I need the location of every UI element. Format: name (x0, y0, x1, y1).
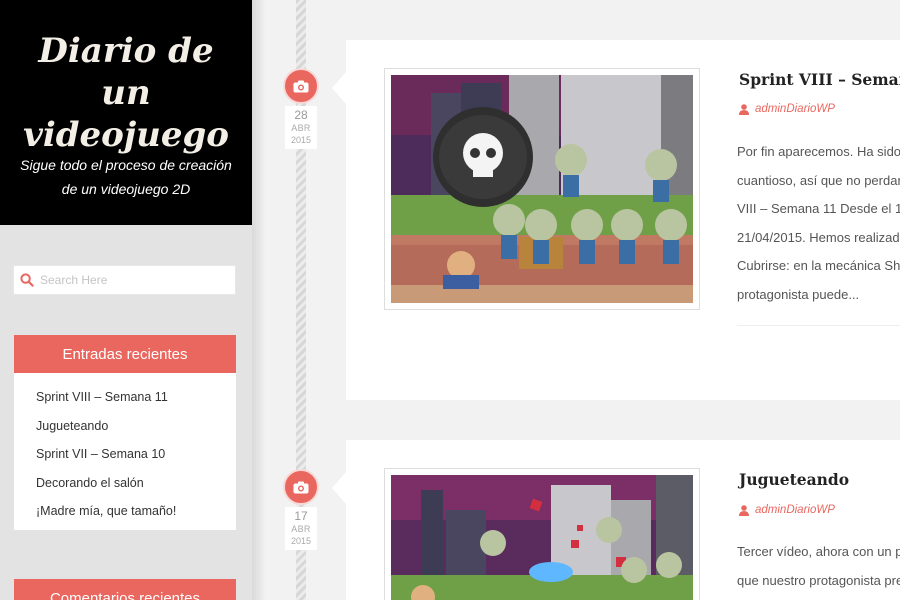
post-title[interactable]: Sprint VIII – Semana (739, 70, 900, 89)
excerpt-line: VIII – Semana 11 Desde el 10 (737, 201, 900, 216)
recent-post-link[interactable]: Jugueteando (36, 412, 236, 441)
post-card: Sprint VIII – Semana adminDiarioWP Por f… (332, 40, 900, 400)
post-divider (737, 325, 900, 326)
post-card: Jugueteando adminDiarioWP Tercer vídeo, … (332, 440, 900, 600)
excerpt-line: que nuestro protagonista pre (737, 572, 900, 588)
recent-post-link-text[interactable]: Decorando el salón (36, 476, 144, 490)
site-title[interactable]: Diario de un videojuego (10, 30, 242, 156)
search-input[interactable] (40, 267, 230, 293)
excerpt-line: cuantioso, así que no perdan (737, 172, 900, 188)
recent-post-link[interactable]: Sprint VIII – Semana 11 (36, 383, 236, 412)
user-icon (739, 504, 749, 516)
recent-posts-heading: Entradas recientes (14, 335, 236, 373)
post-excerpt: Por fin aparecemos. Ha sido cuantioso, a… (737, 138, 900, 309)
post-month: ABR (291, 524, 311, 534)
recent-post-link[interactable]: Sprint VII – Semana 10 (36, 440, 236, 469)
card-pointer (332, 72, 346, 104)
timeline-marker: 17 ABR 2015 (283, 469, 319, 550)
recent-post-link-text[interactable]: ¡Madre mía, que tamaño! (36, 504, 176, 518)
excerpt-line: Por fin aparecemos. Ha sido (737, 144, 900, 159)
user-icon (739, 103, 749, 115)
post-date: 17 ABR 2015 (285, 507, 317, 550)
post-day: 17 (294, 509, 308, 523)
sidebar-shadow (252, 0, 266, 600)
search-icon[interactable] (14, 266, 40, 294)
recent-comments-widget: Comentarios recientes (14, 579, 236, 600)
recent-posts-widget: Entradas recientes Sprint VIII – Semana … (14, 335, 236, 530)
post-year: 2015 (290, 536, 312, 546)
recent-post-link[interactable]: Decorando el salón (36, 469, 236, 498)
post-excerpt: Tercer vídeo, ahora con un p que nuestro… (737, 538, 900, 595)
recent-post-link[interactable]: ¡Madre mía, que tamaño! (36, 497, 236, 526)
recent-post-link-text[interactable]: Sprint VIII – Semana 11 (36, 390, 168, 404)
post-author[interactable]: adminDiarioWP (739, 103, 835, 115)
search-box (13, 265, 236, 295)
post-year: 2015 (290, 135, 312, 145)
camera-icon[interactable] (283, 68, 319, 104)
recent-comments-heading: Comentarios recientes (14, 579, 236, 600)
post-month: ABR (291, 123, 311, 133)
post-date: 28 ABR 2015 (285, 106, 317, 149)
timeline-marker: 28 ABR 2015 (283, 68, 319, 149)
post-thumbnail[interactable] (384, 68, 700, 310)
excerpt-line: Cubrirse: en la mecánica Sho (737, 258, 900, 273)
recent-post-link-text[interactable]: Sprint VII – Semana 10 (36, 447, 165, 461)
post-author-name[interactable]: adminDiarioWP (755, 504, 835, 516)
recent-post-link-text[interactable]: Jugueteando (36, 419, 108, 433)
site-header: Diario de un videojuego Sigue todo el pr… (0, 0, 252, 225)
post-day: 28 (294, 108, 308, 122)
post-title[interactable]: Jugueteando (739, 470, 900, 489)
post-thumbnail[interactable] (384, 468, 700, 600)
post-author-name[interactable]: adminDiarioWP (755, 103, 835, 115)
sidebar: Diario de un videojuego Sigue todo el pr… (0, 0, 252, 600)
excerpt-line: Tercer vídeo, ahora con un p (737, 544, 900, 559)
recent-posts-list: Sprint VIII – Semana 11 Jugueteando Spri… (14, 373, 236, 530)
excerpt-line: 21/04/2015. Hemos realizado (737, 229, 900, 245)
site-tagline: Sigue todo el proceso de creación de un … (20, 157, 232, 197)
camera-icon[interactable] (283, 469, 319, 505)
post-author[interactable]: adminDiarioWP (739, 504, 835, 516)
card-pointer (332, 472, 346, 504)
excerpt-line: protagonista puede... (737, 286, 860, 302)
